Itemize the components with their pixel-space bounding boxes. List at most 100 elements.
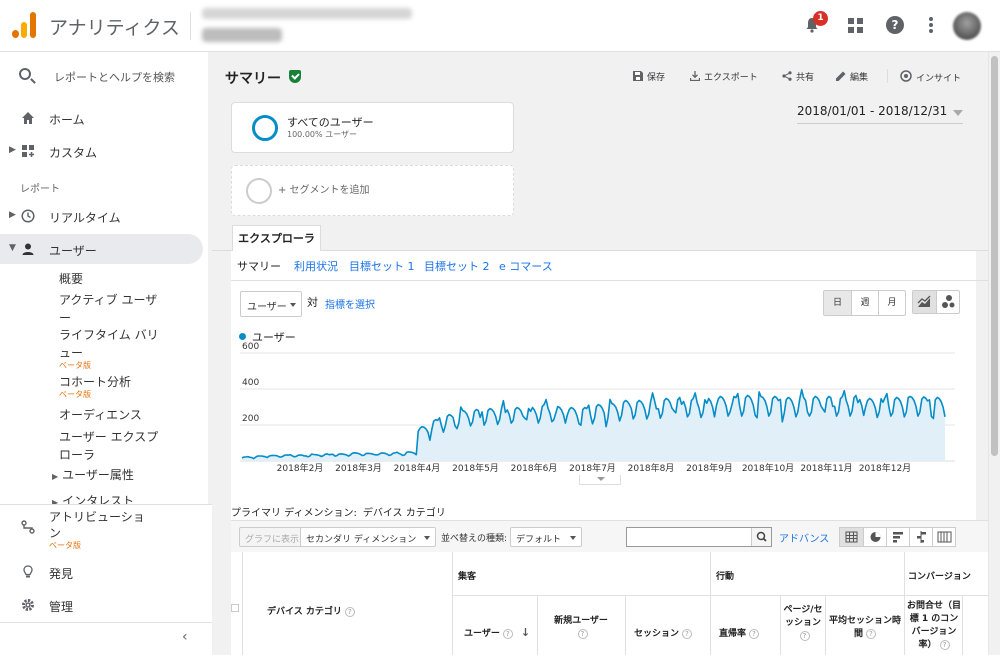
pie-view-icon[interactable] — [863, 528, 886, 546]
help-tooltip-icon[interactable]: ? — [344, 607, 355, 617]
analytics-logo-icon[interactable] — [12, 12, 36, 38]
line-chart-icon — [917, 295, 931, 307]
sidebar-item-users[interactable]: ▼ ユーザー — [0, 234, 203, 264]
account-selector[interactable] — [202, 8, 412, 42]
subtab-ecommerce[interactable]: e コマース — [499, 258, 553, 274]
edit-button[interactable]: 編集 — [836, 70, 868, 83]
sidebar-subitem-demographics[interactable]: ▶ ユーザー属性 — [52, 466, 182, 486]
chart-expand-toggle[interactable] — [579, 475, 621, 485]
x-tick-label: 2018年12月 — [859, 462, 911, 474]
sidebar-item-custom[interactable]: ▶ カスタム — [0, 136, 212, 166]
date-range-picker[interactable]: 2018/01/01 - 2018/12/31 — [797, 104, 963, 124]
save-label: 保存 — [647, 73, 666, 83]
segment-all-users[interactable]: すべてのユーザー 100.00% ユーザー — [231, 102, 514, 153]
help-tooltip-icon[interactable]: ? — [682, 629, 693, 639]
x-tick-label: 2018年9月 — [686, 462, 733, 474]
month-button[interactable]: 月 — [878, 291, 905, 315]
chevron-down-icon — [953, 110, 963, 116]
sidebar-item-discover[interactable]: 発見 — [0, 557, 212, 587]
versus-label: 対 — [307, 296, 318, 309]
column-label: ページ/セッション — [783, 605, 823, 628]
week-button[interactable]: 週 — [851, 291, 878, 315]
day-button[interactable]: 日 — [824, 291, 851, 315]
comparison-view-icon[interactable] — [909, 528, 932, 546]
insights-label: インサイト — [916, 74, 962, 84]
help-tooltip-icon[interactable]: ? — [799, 631, 810, 641]
primary-dimension-value[interactable]: デバイス カテゴリ — [363, 508, 446, 519]
select-metric-link[interactable]: 指標を選択 — [325, 296, 375, 311]
x-tick-label: 2018年2月 — [277, 462, 324, 474]
help-tooltip-icon[interactable]: ? — [502, 629, 513, 639]
main-content: サマリー 保存 エクスポート 共有 編集 インサイト すべてのユーザー 100.… — [212, 52, 988, 655]
sidebar-item-home[interactable]: ホーム — [0, 103, 212, 133]
sidebar-item-label: 管理 — [49, 600, 74, 614]
advanced-filter-link[interactable]: アドバンス — [779, 530, 829, 545]
save-button[interactable]: 保存 — [633, 70, 665, 83]
column-device-category[interactable]: デバイス カテゴリ? — [267, 604, 355, 617]
column-avg-session-duration[interactable]: 平均セッション時間? — [828, 615, 902, 641]
column-sessions[interactable]: セッション? — [634, 626, 693, 639]
line-chart-button[interactable] — [913, 291, 936, 313]
divider — [780, 596, 781, 655]
performance-view-icon[interactable] — [886, 528, 909, 546]
tab-divider — [212, 250, 988, 251]
pivot-view-icon[interactable] — [932, 528, 955, 546]
search-icon[interactable] — [751, 528, 771, 546]
plot-rows-button[interactable]: グラフに表示 — [239, 527, 306, 547]
sidebar-subitem-lifetime-value[interactable]: ライフタイム バリュー — [59, 326, 169, 362]
sidebar-subitem-interests[interactable]: ▶ インタレスト — [52, 492, 182, 504]
edit-label: 編集 — [850, 73, 869, 83]
page-scrollbar[interactable] — [988, 52, 1000, 655]
export-button[interactable]: エクスポート — [690, 70, 758, 83]
column-pages-per-session[interactable]: ページ/セッション? — [782, 604, 824, 643]
share-button[interactable]: 共有 — [782, 70, 814, 83]
metric-selector[interactable]: ユーザー — [240, 291, 302, 317]
more-menu-icon[interactable] — [929, 17, 933, 35]
sidebar-subitem-active-users[interactable]: アクティブ ユーザー — [59, 291, 169, 327]
group-conversions[interactable]: コンバージョン — [908, 569, 971, 582]
divider — [452, 552, 453, 655]
table-search-input[interactable] — [626, 527, 772, 547]
sidebar-item-attribution[interactable]: アトリビューション — [0, 508, 212, 548]
sidebar-subitem-user-explorer[interactable]: ユーザー エクスプローラ — [59, 428, 169, 464]
secondary-dimension-dropdown[interactable]: セカンダリ ディメンション — [300, 527, 436, 547]
sidebar-subitem-overview[interactable]: 概要 — [59, 270, 169, 288]
sidebar-item-admin[interactable]: 管理 — [0, 590, 212, 620]
subtab-goal-set-1[interactable]: 目標セット 1 — [349, 258, 415, 274]
subtab-usage[interactable]: 利用状況 — [294, 258, 338, 274]
subtab-summary[interactable]: サマリー — [237, 258, 281, 274]
home-icon — [22, 112, 34, 124]
sort-arrow-down-icon: ↓ — [520, 626, 531, 639]
sidebar-subitem-label: ユーザー属性 — [62, 468, 134, 482]
help-tooltip-icon[interactable]: ? — [577, 629, 588, 639]
sidebar-search[interactable]: レポートとヘルプを検索 — [0, 64, 212, 90]
sidebar-item-label: カスタム — [49, 146, 98, 160]
sidebar-item-realtime[interactable]: ▶ リアルタイム — [0, 201, 212, 231]
y-tick-label: 400 — [242, 378, 259, 388]
sidebar-item-label: ホーム — [49, 113, 85, 127]
apps-grid-icon[interactable] — [848, 18, 863, 33]
tab-explorer[interactable]: エクスプローラ — [232, 225, 321, 251]
subtab-goal-set-2[interactable]: 目標セット 2 — [424, 258, 490, 274]
lightbulb-icon — [23, 565, 33, 578]
collapse-sidebar-icon[interactable]: ‹ — [182, 629, 188, 645]
help-tooltip-icon[interactable]: ? — [866, 629, 876, 639]
column-new-users[interactable]: 新規ユーザー? — [539, 615, 623, 641]
column-users[interactable]: ユーザー? ↓ — [464, 626, 530, 639]
add-segment-button[interactable]: + セグメントを追加 — [231, 165, 514, 216]
granularity-toggle: 日 週 月 — [823, 290, 906, 316]
clock-icon — [21, 209, 35, 223]
help-tooltip-icon[interactable]: ? — [939, 640, 950, 650]
avatar[interactable] — [953, 12, 981, 40]
column-goal1-conversion-rate[interactable]: お問合せ（目標 1 のコンバージョン率）? — [907, 600, 961, 655]
data-table-view-icon[interactable] — [840, 528, 863, 546]
column-bounce-rate[interactable]: 直帰率? — [719, 626, 760, 639]
sidebar-subitem-audiences[interactable]: オーディエンス — [59, 406, 169, 424]
select-all-checkbox[interactable] — [231, 604, 239, 612]
x-tick-label: 2018年10月 — [742, 462, 794, 474]
help-icon[interactable]: ? — [886, 16, 904, 34]
insights-button[interactable]: インサイト — [900, 70, 961, 84]
sort-type-dropdown[interactable]: デフォルト — [510, 527, 582, 547]
motion-chart-button[interactable] — [936, 291, 959, 313]
help-tooltip-icon[interactable]: ? — [749, 629, 760, 639]
